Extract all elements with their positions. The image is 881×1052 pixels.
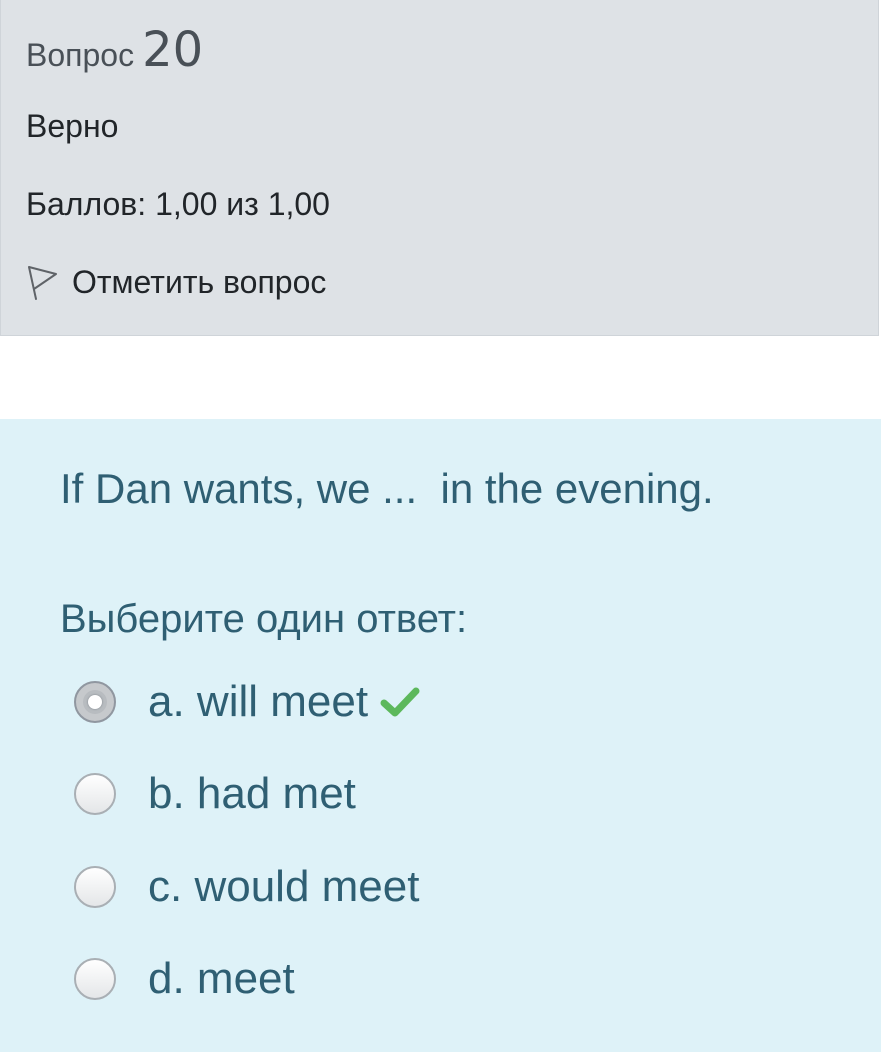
radio-button-b[interactable] <box>74 773 116 815</box>
answer-option-d[interactable]: d. meet <box>74 954 295 1004</box>
flag-question-link[interactable]: Отметить вопрос <box>26 264 326 301</box>
answer-option-label: a. will meet <box>148 677 369 726</box>
answer-option-label: d. meet <box>148 954 295 1003</box>
flag-question-label: Отметить вопрос <box>72 264 327 300</box>
answer-option-a[interactable]: a. will meet <box>74 677 420 727</box>
answer-prompt: Выберите один ответ: <box>60 597 468 641</box>
radio-button-d[interactable] <box>74 958 116 1000</box>
question-word: Вопрос <box>26 37 135 73</box>
radio-button-c[interactable] <box>74 866 116 908</box>
radio-button-a[interactable] <box>74 681 116 723</box>
answer-option-label: c. would meet <box>148 862 420 911</box>
question-grade: Баллов: 1,00 из 1,00 <box>26 186 330 222</box>
answer-option-c[interactable]: c. would meet <box>74 862 419 912</box>
question-number: 20 <box>142 22 204 78</box>
answer-option-label: b. had met <box>148 769 356 818</box>
question-state: Верно <box>26 108 119 144</box>
question-text: If Dan wants, we ... in the evening. <box>60 465 714 512</box>
check-icon <box>380 687 420 717</box>
flag-icon <box>28 265 57 300</box>
answer-option-b[interactable]: b. had met <box>74 769 356 819</box>
question-heading: Вопрос 20 <box>26 22 203 78</box>
